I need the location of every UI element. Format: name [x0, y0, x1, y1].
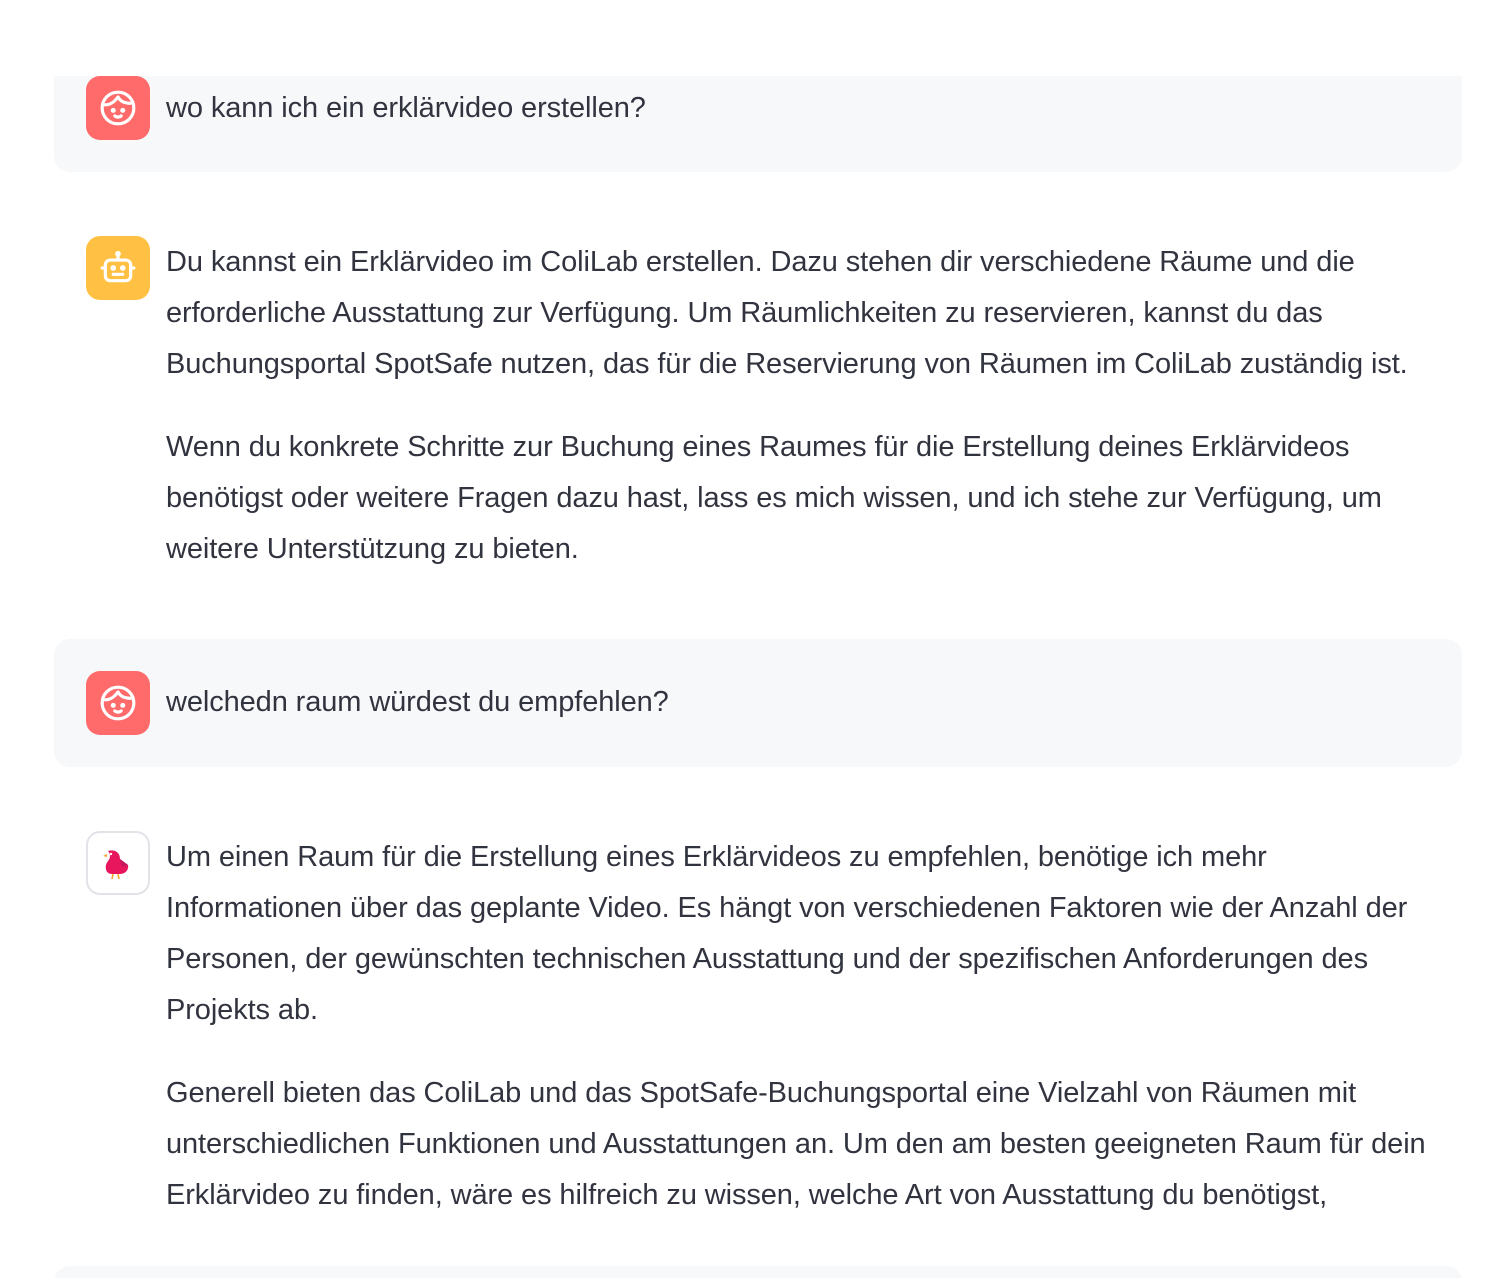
- next-message-edge: [54, 1266, 1462, 1278]
- message-paragraph: wo kann ich ein erklärvideo erstellen?: [166, 92, 646, 124]
- chat-message-user: wo kann ich ein erklärvideo erstellen?: [54, 76, 1462, 172]
- bird-icon: [86, 831, 150, 895]
- message-content: Um einen Raum für die Erstellung eines E…: [166, 832, 1448, 1221]
- robot-icon: [86, 236, 150, 300]
- message-paragraph: Generell bieten das ColiLab und das Spot…: [166, 1077, 1426, 1211]
- message-paragraph: Du kannst ein Erklärvideo im ColiLab ers…: [166, 246, 1408, 380]
- chat-message-user: welchedn raum würdest du empfehlen?: [54, 639, 1462, 767]
- chat-message-assistant: Du kannst ein Erklärvideo im ColiLab ers…: [54, 236, 1462, 586]
- message-content: wo kann ich ein erklärvideo erstellen?: [166, 83, 1448, 134]
- message-paragraph: Wenn du konkrete Schritte zur Buchung ei…: [166, 431, 1382, 565]
- chat-container: wo kann ich ein erklärvideo erstellen? D…: [0, 0, 1500, 1278]
- message-paragraph: Um einen Raum für die Erstellung eines E…: [166, 841, 1408, 1026]
- message-content: welchedn raum würdest du empfehlen?: [166, 677, 1448, 728]
- message-paragraph: welchedn raum würdest du empfehlen?: [166, 686, 669, 718]
- user-face-icon: [86, 76, 150, 140]
- chat-message-assistant: Um einen Raum für die Erstellung eines E…: [54, 831, 1462, 1231]
- user-face-icon: [86, 671, 150, 735]
- message-content: Du kannst ein Erklärvideo im ColiLab ers…: [166, 237, 1448, 575]
